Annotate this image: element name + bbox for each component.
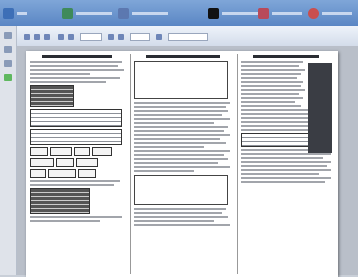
document-viewport[interactable] [17,46,358,277]
parameter-table [30,85,74,107]
toolbar-button-icon[interactable] [44,34,50,40]
device-image [308,63,332,153]
column-heading [146,55,220,58]
app-icon [3,7,14,19]
app-icon [208,7,219,19]
taskbar-item[interactable] [208,6,258,20]
timing-diagram [134,61,228,99]
search-input[interactable] [168,33,208,41]
app-icon [118,7,129,19]
taskbar-item-label [272,11,302,15]
document-column-1 [30,54,128,224]
toolbar-button-icon[interactable] [68,34,74,40]
pages-panel-icon[interactable] [4,32,12,39]
document-page [26,51,338,277]
comments-panel-icon[interactable] [4,74,12,81]
column-heading [253,55,319,58]
side-rail [0,26,17,275]
toolbar [16,26,358,47]
column-heading [42,55,112,58]
wiring-diagram [134,175,228,205]
taskbar-item-label [222,11,258,15]
taskbar-item[interactable] [258,6,302,20]
column-divider [130,54,131,274]
app-icon [62,7,73,19]
toolbar-button-icon[interactable] [108,34,114,40]
toolbar-button-icon[interactable] [118,34,124,40]
taskbar-item-label [76,11,112,15]
settings-table [30,129,122,145]
toolbar-button-icon[interactable] [156,34,162,40]
taskbar-item[interactable] [3,6,27,20]
attachments-panel-icon[interactable] [4,60,12,67]
taskbar-item[interactable] [62,6,112,20]
app-icon [258,7,269,19]
app-icon [308,7,319,19]
taskbar-item-label [132,11,168,15]
specification-table [30,188,90,214]
taskbar-item[interactable] [118,6,168,20]
column-divider [237,54,238,274]
toolbar-button-icon[interactable] [34,34,40,40]
taskbar [0,0,358,26]
settings-table [30,109,122,127]
taskbar-item[interactable] [308,6,352,20]
zoom-field[interactable] [130,33,150,41]
toolbar-button-icon[interactable] [24,34,30,40]
taskbar-item-label [17,11,27,15]
bookmarks-panel-icon[interactable] [4,46,12,53]
toolbar-button-icon[interactable] [58,34,64,40]
taskbar-item-label [322,11,352,15]
document-column-2 [134,54,234,228]
page-number-field[interactable] [80,33,102,41]
